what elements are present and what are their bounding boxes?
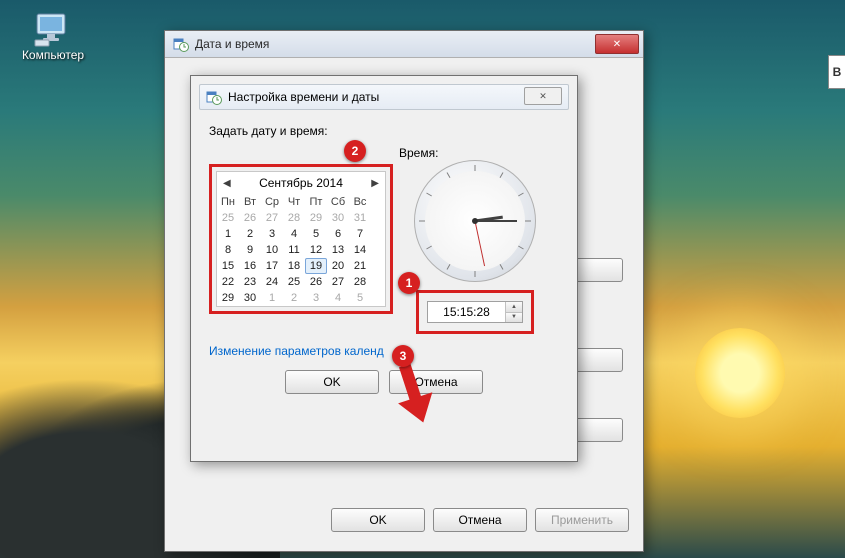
time-value[interactable]: 15:15:28 [428, 302, 505, 322]
annotation-bubble-3: 3 [392, 345, 414, 367]
calendar-weekday: Вт [239, 194, 261, 210]
close-button[interactable]: ✕ [595, 34, 639, 54]
calendar-day[interactable]: 5 [305, 226, 327, 242]
calendar-day[interactable]: 6 [327, 226, 349, 242]
minute-hand [475, 220, 517, 222]
child-close-button[interactable]: ✕ [524, 87, 562, 105]
clock-calendar-icon [206, 89, 222, 105]
calendar-day[interactable]: 30 [327, 210, 349, 226]
time-input[interactable]: 15:15:28 ▲ ▼ [427, 301, 523, 323]
parent-cancel-button[interactable]: Отмена [433, 508, 527, 532]
calendar-day[interactable]: 22 [217, 274, 239, 290]
calendar-month-label[interactable]: Сентябрь 2014 [259, 176, 343, 190]
calendar-day[interactable]: 15 [217, 258, 239, 274]
calendar-day[interactable]: 23 [239, 274, 261, 290]
prev-month-button[interactable]: ◀ [223, 178, 231, 189]
calendar-day[interactable]: 26 [239, 210, 261, 226]
desktop-wallpaper: Компьютер В Дата и время ✕ OK Отмена При… [0, 0, 845, 558]
computer-icon [33, 12, 73, 48]
calendar-weekday: Ср [261, 194, 283, 210]
analog-clock [414, 160, 536, 282]
calendar-day[interactable]: 12 [305, 242, 327, 258]
calendar-day[interactable]: 29 [217, 290, 239, 306]
time-spinner[interactable]: ▲ ▼ [505, 302, 522, 322]
calendar-day[interactable]: 26 [305, 274, 327, 290]
wallpaper-sun [695, 328, 785, 418]
right-edge-tab[interactable]: В [828, 55, 845, 89]
calendar-day[interactable]: 7 [349, 226, 371, 242]
calendar-day[interactable]: 29 [305, 210, 327, 226]
calendar-day[interactable]: 21 [349, 258, 371, 274]
time-column: 15:15:28 ▲ ▼ [400, 160, 550, 334]
calendar-day[interactable]: 13 [327, 242, 349, 258]
calendar-day[interactable]: 4 [283, 226, 305, 242]
calendar-day[interactable]: 2 [283, 290, 305, 306]
calendar-day[interactable]: 4 [327, 290, 349, 306]
calendar-day[interactable]: 8 [217, 242, 239, 258]
calendar-day[interactable]: 24 [261, 274, 283, 290]
spinner-down-icon[interactable]: ▼ [506, 313, 522, 323]
desktop-icon-label: Компьютер [18, 48, 88, 62]
clock-calendar-icon [173, 36, 189, 52]
calendar-day[interactable]: 28 [349, 274, 371, 290]
child-dialog-title: Настройка времени и даты [228, 90, 379, 104]
parent-apply-button: Применить [535, 508, 629, 532]
calendar-highlight-box: ◀ Сентябрь 2014 ▶ ПнВтСрЧтПтСбВс25262728… [209, 164, 393, 314]
calendar-day[interactable]: 27 [327, 274, 349, 290]
calendar-day[interactable]: 31 [349, 210, 371, 226]
time-label: Время: [399, 146, 438, 160]
calendar-settings-link[interactable]: Изменение параметров календ [209, 344, 384, 358]
annotation-bubble-2: 2 [344, 140, 366, 162]
calendar-day[interactable]: 14 [349, 242, 371, 258]
annotation-arrow-icon [398, 358, 448, 428]
calendar-day[interactable]: 30 [239, 290, 261, 306]
calendar-day[interactable]: 28 [283, 210, 305, 226]
calendar-day[interactable]: 20 [327, 258, 349, 274]
date-label [209, 146, 399, 160]
spinner-up-icon[interactable]: ▲ [506, 302, 522, 313]
calendar-day[interactable]: 25 [283, 274, 305, 290]
calendar-day[interactable]: 5 [349, 290, 371, 306]
calendar-weekday: Сб [327, 194, 349, 210]
second-hand [475, 221, 486, 266]
calendar-day[interactable]: 3 [261, 226, 283, 242]
calendar-day[interactable]: 3 [305, 290, 327, 306]
clock-center [472, 218, 478, 224]
calendar-day[interactable]: 11 [283, 242, 305, 258]
calendar-weekday: Чт [283, 194, 305, 210]
calendar-day[interactable]: 1 [217, 226, 239, 242]
calendar-day[interactable]: 1 [261, 290, 283, 306]
child-ok-button[interactable]: OK [285, 370, 379, 394]
next-month-button[interactable]: ▶ [371, 178, 379, 189]
calendar-day[interactable]: 18 [283, 258, 305, 274]
calendar-day[interactable]: 17 [261, 258, 283, 274]
annotation-bubble-1: 1 [398, 272, 420, 294]
parent-ok-button[interactable]: OK [331, 508, 425, 532]
calendar[interactable]: ◀ Сентябрь 2014 ▶ ПнВтСрЧтПтСбВс25262728… [216, 171, 386, 307]
calendar-day[interactable]: 19 [305, 258, 327, 274]
calendar-weekday: Вс [349, 194, 371, 210]
titlebar[interactable]: Дата и время ✕ [165, 31, 643, 58]
calendar-day[interactable]: 27 [261, 210, 283, 226]
calendar-weekday: Пн [217, 194, 239, 210]
calendar-day[interactable]: 2 [239, 226, 261, 242]
prompt-label: Задать дату и время: [209, 124, 559, 138]
calendar-day[interactable]: 9 [239, 242, 261, 258]
desktop-icon-computer[interactable]: Компьютер [18, 12, 88, 62]
dialog-title: Дата и время [195, 37, 595, 51]
time-highlight-box: 15:15:28 ▲ ▼ [416, 290, 534, 334]
calendar-day[interactable]: 16 [239, 258, 261, 274]
child-title-area: Настройка времени и даты ✕ [199, 84, 569, 110]
calendar-weekday: Пт [305, 194, 327, 210]
calendar-day[interactable]: 25 [217, 210, 239, 226]
calendar-day[interactable]: 10 [261, 242, 283, 258]
